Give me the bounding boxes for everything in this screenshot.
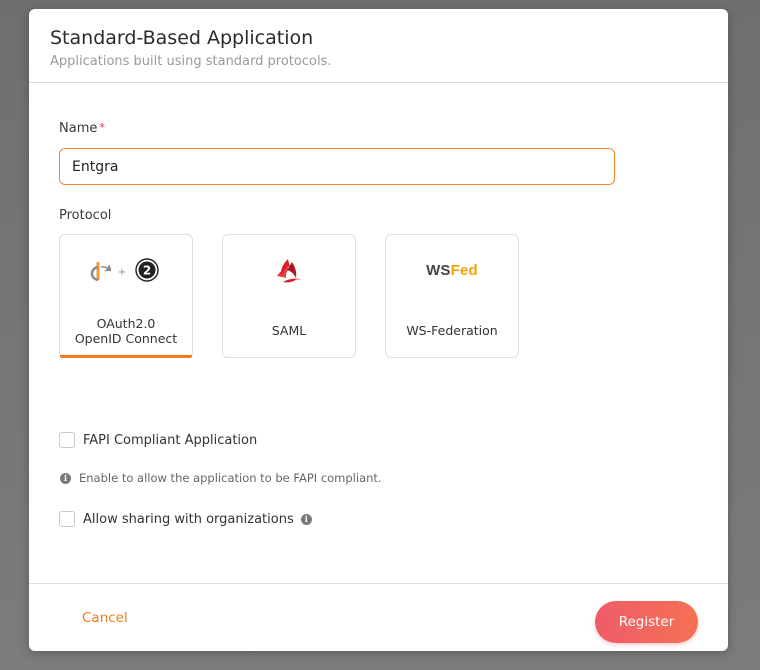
oauth-label-line1: OAuth2.0 <box>96 316 156 331</box>
name-label: Name * <box>59 121 105 136</box>
name-input[interactable] <box>59 148 615 185</box>
oauth-openid-icon: + 2 <box>60 255 192 285</box>
fapi-label[interactable]: FAPI Compliant Application <box>83 433 257 448</box>
saml-icon <box>223 255 355 285</box>
sharing-info-icon[interactable]: i <box>300 514 312 525</box>
protocol-card-saml[interactable]: SAML <box>222 234 356 358</box>
sharing-checkbox[interactable] <box>59 511 75 527</box>
wsfed-logo: WSFed <box>426 262 478 279</box>
svg-text:2: 2 <box>143 264 151 278</box>
wsfed-label: WS-Federation <box>406 323 498 338</box>
sharing-label-row: Allow sharing with organizations i <box>83 512 312 527</box>
fapi-checkbox[interactable] <box>59 432 75 448</box>
wsfed-icon: WSFed <box>386 255 518 285</box>
cancel-button[interactable]: Cancel <box>82 610 128 626</box>
wsfed-logo-ws: WS <box>426 261 451 279</box>
fapi-hint: i Enable to allow the application to be … <box>60 471 382 485</box>
oauth-label-line2: OpenID Connect <box>74 331 178 346</box>
wsfed-logo-fed: Fed <box>450 261 478 279</box>
fapi-hint-text: Enable to allow the application to be FA… <box>79 471 382 485</box>
create-application-modal: Standard-Based Application Applications … <box>29 9 728 651</box>
protocol-card-oauth[interactable]: + 2 OAuth2.0 OpenID Connect <box>59 234 193 358</box>
modal-footer: Cancel Register <box>29 583 728 651</box>
modal-subtitle: Applications built using standard protoc… <box>50 54 332 69</box>
protocol-label: Protocol <box>59 208 112 223</box>
svg-text:+: + <box>118 267 126 278</box>
required-marker: * <box>99 121 105 134</box>
saml-label: SAML <box>271 323 307 338</box>
info-icon: i <box>60 472 71 484</box>
name-label-text: Name <box>59 121 98 136</box>
sharing-label[interactable]: Allow sharing with organizations <box>83 512 294 527</box>
modal-title: Standard-Based Application <box>50 27 314 49</box>
register-button[interactable]: Register <box>595 601 698 643</box>
modal-header: Standard-Based Application Applications … <box>29 9 728 83</box>
protocol-card-wsfed[interactable]: WSFed WS-Federation <box>385 234 519 358</box>
